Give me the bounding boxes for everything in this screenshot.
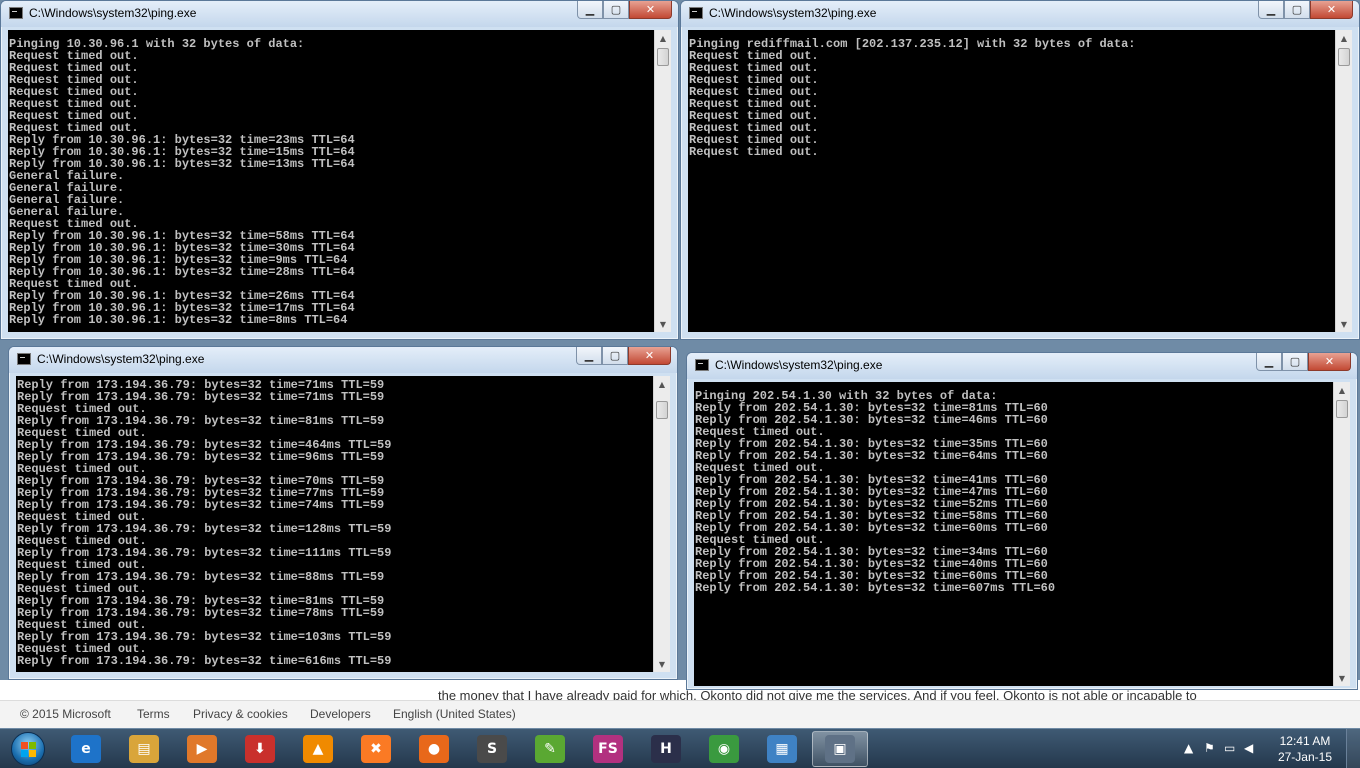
window-titlebar[interactable]: C:\Windows\system32\ping.exe ▁ ▢ ✕: [1, 1, 678, 27]
scroll-thumb[interactable]: [1336, 400, 1348, 418]
fs-app-icon: FS: [593, 735, 623, 763]
xampp-icon: ✖: [361, 735, 391, 763]
taskbar-button[interactable]: ▦: [754, 731, 810, 767]
footer-link-privacy[interactable]: Privacy & cookies: [193, 707, 288, 721]
scroll-up-arrow-icon[interactable]: ▲: [654, 376, 670, 392]
show-hidden-icons-icon[interactable]: ▲: [1184, 741, 1193, 755]
window-title: C:\Windows\system32\ping.exe: [37, 352, 205, 366]
vertical-scrollbar[interactable]: ▲ ▼: [653, 376, 670, 672]
maximize-button[interactable]: ▢: [603, 1, 629, 19]
console-line: Request timed out.: [689, 145, 819, 159]
ping-window-3[interactable]: C:\Windows\system32\ping.exe ▁ ▢ ✕ Reply…: [8, 346, 678, 680]
scroll-down-arrow-icon[interactable]: ▼: [1336, 316, 1352, 332]
clock[interactable]: 12:41 AM 27-Jan-15: [1278, 733, 1332, 765]
taskbar-button[interactable]: ▤: [116, 731, 172, 767]
control-panel-icon: ▦: [767, 735, 797, 763]
taskbar-button[interactable]: ✖: [348, 731, 404, 767]
console-output[interactable]: Pinging 10.30.96.1 with 32 bytes of data…: [8, 30, 654, 332]
taskbar-button[interactable]: FS: [580, 731, 636, 767]
system-tray: ▲ ⚑ ▭ ◀ 12:41 AM 27-Jan-15: [1160, 729, 1360, 768]
close-button[interactable]: ✕: [628, 347, 671, 365]
taskbar-button[interactable]: ▶: [174, 731, 230, 767]
footer-copyright: © 2015 Microsoft: [20, 707, 111, 721]
minimize-button[interactable]: ▁: [576, 347, 602, 365]
footer-link-language[interactable]: English (United States): [393, 707, 516, 721]
chrome-icon: ◉: [709, 735, 739, 763]
volume-icon[interactable]: ◀: [1244, 741, 1253, 755]
vertical-scrollbar[interactable]: ▲ ▼: [1335, 30, 1352, 332]
taskbar-button[interactable]: ⬇: [232, 731, 288, 767]
taskbar-button[interactable]: S: [464, 731, 520, 767]
scroll-down-arrow-icon[interactable]: ▼: [654, 656, 670, 672]
console-output[interactable]: Reply from 173.194.36.79: bytes=32 time=…: [16, 376, 653, 672]
start-button[interactable]: [4, 730, 52, 768]
taskbar-button[interactable]: ▣: [812, 731, 868, 767]
sublime-text-icon: S: [477, 735, 507, 763]
scroll-thumb[interactable]: [657, 48, 669, 66]
console-line: Reply from 202.54.1.30: bytes=32 time=60…: [695, 581, 1056, 595]
file-explorer-icon: ▤: [129, 735, 159, 763]
window-title: C:\Windows\system32\ping.exe: [715, 358, 883, 372]
feather-app-icon: ✎: [535, 735, 565, 763]
console-line: Reply from 173.194.36.79: bytes=32 time=…: [17, 654, 392, 668]
close-button[interactable]: ✕: [1310, 1, 1353, 19]
vertical-scrollbar[interactable]: ▲ ▼: [654, 30, 671, 332]
vertical-scrollbar[interactable]: ▲ ▼: [1333, 382, 1350, 686]
maximize-button[interactable]: ▢: [602, 347, 628, 365]
console-icon: [689, 7, 703, 19]
console-window-icon: ▣: [825, 735, 855, 763]
h-app-icon: H: [651, 735, 681, 763]
clock-time: 12:41 AM: [1279, 734, 1331, 748]
taskbar-button[interactable]: e: [58, 731, 114, 767]
taskbar-button[interactable]: H: [638, 731, 694, 767]
window-title: C:\Windows\system32\ping.exe: [29, 6, 197, 20]
minimize-button[interactable]: ▁: [577, 1, 603, 19]
windows-logo-icon: [11, 732, 45, 766]
scroll-down-arrow-icon[interactable]: ▼: [1334, 670, 1350, 686]
vlc-icon: ▲: [303, 735, 333, 763]
scroll-up-arrow-icon[interactable]: ▲: [655, 30, 671, 46]
maximize-button[interactable]: ▢: [1284, 1, 1310, 19]
display-icon[interactable]: ▭: [1224, 741, 1235, 755]
scroll-up-arrow-icon[interactable]: ▲: [1334, 382, 1350, 398]
window-titlebar[interactable]: C:\Windows\system32\ping.exe ▁ ▢ ✕: [9, 347, 677, 373]
window-titlebar[interactable]: C:\Windows\system32\ping.exe ▁ ▢ ✕: [681, 1, 1359, 27]
console-icon: [695, 359, 709, 371]
ping-window-1[interactable]: C:\Windows\system32\ping.exe ▁ ▢ ✕ Pingi…: [0, 0, 679, 340]
minimize-button[interactable]: ▁: [1256, 353, 1282, 371]
show-desktop-button[interactable]: [1346, 729, 1360, 768]
close-button[interactable]: ✕: [1308, 353, 1351, 371]
download-manager-icon: ⬇: [245, 735, 275, 763]
scroll-thumb[interactable]: [656, 401, 668, 419]
console-output[interactable]: Pinging 202.54.1.30 with 32 bytes of dat…: [694, 382, 1333, 686]
internet-explorer-icon: e: [71, 735, 101, 763]
taskbar: e ▤ ▶ ⬇ ▲ ✖ ● S ✎ FS H ◉ ▦ ▣ ▲ ⚑ ▭ ◀ 12:41 AM 27-Jan-…: [0, 728, 1360, 768]
footer-link-terms[interactable]: Terms: [137, 707, 170, 721]
minimize-button[interactable]: ▁: [1258, 1, 1284, 19]
action-center-flag-icon[interactable]: ⚑: [1204, 741, 1215, 755]
console-icon: [9, 7, 23, 19]
ping-window-4[interactable]: C:\Windows\system32\ping.exe ▁ ▢ ✕ Pingi…: [686, 352, 1358, 690]
page-footer: © 2015 Microsoft Terms Privacy & cookies…: [0, 700, 1360, 728]
firefox-icon: ●: [419, 735, 449, 763]
window-titlebar[interactable]: C:\Windows\system32\ping.exe ▁ ▢ ✕: [687, 353, 1357, 379]
console-line: Reply from 10.30.96.1: bytes=32 time=8ms…: [9, 313, 348, 327]
taskbar-button[interactable]: ●: [406, 731, 462, 767]
window-title: C:\Windows\system32\ping.exe: [709, 6, 877, 20]
taskbar-button[interactable]: ▲: [290, 731, 346, 767]
scroll-up-arrow-icon[interactable]: ▲: [1336, 30, 1352, 46]
maximize-button[interactable]: ▢: [1282, 353, 1308, 371]
scroll-down-arrow-icon[interactable]: ▼: [655, 316, 671, 332]
footer-link-developers[interactable]: Developers: [310, 707, 371, 721]
ping-window-2[interactable]: C:\Windows\system32\ping.exe ▁ ▢ ✕ Pingi…: [680, 0, 1360, 340]
scroll-thumb[interactable]: [1338, 48, 1350, 66]
close-button[interactable]: ✕: [629, 1, 672, 19]
media-player-icon: ▶: [187, 735, 217, 763]
clock-date: 27-Jan-15: [1277, 750, 1332, 764]
taskbar-button[interactable]: ✎: [522, 731, 578, 767]
console-output[interactable]: Pinging rediffmail.com [202.137.235.12] …: [688, 30, 1335, 332]
taskbar-button[interactable]: ◉: [696, 731, 752, 767]
console-icon: [17, 353, 31, 365]
